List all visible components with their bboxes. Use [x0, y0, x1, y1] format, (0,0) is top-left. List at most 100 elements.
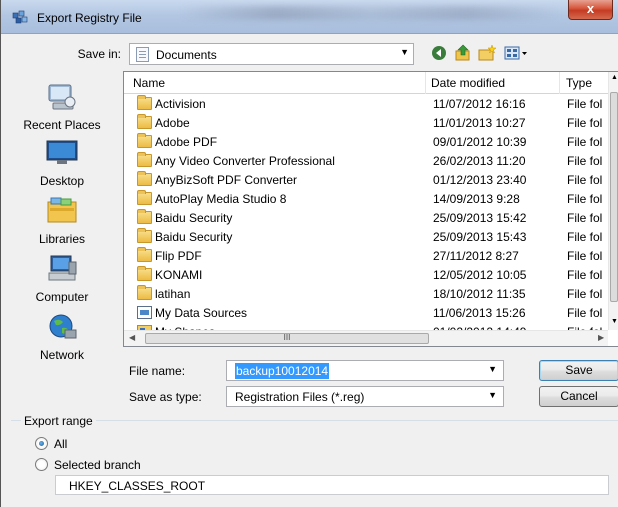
place-label: Libraries [38, 232, 86, 246]
libraries-icon [47, 197, 77, 223]
file-name-label: File name: [129, 364, 186, 378]
place-label: Computer [35, 290, 89, 304]
export-registry-dialog: Export Registry File x Save in: Document… [0, 0, 618, 507]
file-date-text: 25/09/2013 15:43 [433, 230, 527, 244]
place-recent-places[interactable]: Recent Places [1, 82, 123, 132]
computer-icon [48, 255, 77, 281]
file-list[interactable]: Name Date modified Type Activision 11/07/… [123, 71, 618, 347]
file-date-text: 27/11/2012 8:27 [433, 249, 519, 263]
file-name-text: AnyBizSoft PDF Converter [155, 173, 298, 187]
list-item[interactable]: Activision 11/07/2012 16:16 File fol [124, 95, 608, 113]
file-type-text: File fol [567, 116, 603, 130]
file-name-input[interactable]: backup10012014 ▼ [226, 360, 504, 381]
save-button[interactable]: Save [539, 360, 618, 381]
registry-editor-icon [12, 10, 28, 24]
list-item[interactable]: Baidu Security 25/09/2013 15:42 File fol [124, 209, 608, 227]
file-name-text: Baidu Security [155, 211, 233, 225]
folder-icon [137, 190, 152, 205]
selected-branch-label[interactable]: Selected branch [54, 458, 141, 472]
vertical-scrollbar[interactable]: ▲ ▼ [608, 72, 618, 330]
file-name-text: Any Video Converter Professional [155, 154, 335, 168]
place-libraries[interactable]: Libraries [1, 196, 123, 246]
folder-icon [137, 285, 152, 300]
file-name-text: AutoPlay Media Studio 8 [155, 192, 287, 206]
documents-icon [136, 47, 149, 62]
file-name-text: Adobe PDF [155, 135, 218, 149]
file-type-text: File fol [567, 268, 603, 282]
chevron-down-icon[interactable]: ▼ [488, 364, 497, 374]
folder-icon [137, 114, 152, 129]
file-type-text: File fol [567, 230, 603, 244]
column-header-type[interactable]: Type [566, 76, 592, 90]
save-in-value: Documents [156, 48, 217, 62]
view-menu-icon[interactable] [503, 44, 529, 62]
file-type-text: File fol [567, 249, 603, 263]
all-radio[interactable] [35, 437, 48, 450]
chevron-down-icon: ▼ [400, 47, 409, 57]
save-as-type-dropdown[interactable]: Registration Files (*.reg) ▼ [226, 386, 504, 407]
horizontal-scrollbar[interactable]: ◀ III ▶ [124, 330, 608, 346]
file-type-text: File fol [567, 306, 603, 320]
scroll-down-icon[interactable]: ▼ [610, 318, 618, 325]
network-icon [49, 314, 77, 339]
place-computer[interactable]: Computer [1, 254, 123, 304]
scroll-right-icon[interactable]: ▶ [598, 333, 604, 342]
list-item[interactable]: My Data Sources 11/06/2013 15:26 File fol [124, 304, 608, 322]
place-label: Desktop [39, 174, 85, 188]
folder-icon [137, 247, 152, 262]
file-name-text: latihan [155, 287, 191, 301]
folder-icon [137, 133, 152, 148]
scroll-up-icon[interactable]: ▲ [610, 74, 618, 81]
list-item[interactable]: Adobe 11/01/2013 10:27 File fol [124, 114, 608, 132]
title-bar[interactable]: Export Registry File x [1, 0, 618, 34]
scroll-left-icon[interactable]: ◀ [129, 333, 135, 342]
list-item[interactable]: Adobe PDF 09/01/2012 10:39 File fol [124, 133, 608, 151]
file-date-text: 14/09/2013 9:28 [433, 192, 520, 206]
close-icon: x [586, 1, 595, 16]
list-item[interactable]: Any Video Converter Professional 26/02/20… [124, 152, 608, 170]
new-folder-icon[interactable] [477, 44, 497, 62]
list-item[interactable]: Flip PDF 27/11/2012 8:27 File fol [124, 247, 608, 265]
horizontal-scroll-thumb[interactable]: III [145, 333, 429, 344]
file-date-text: 25/09/2013 15:42 [433, 211, 527, 225]
up-folder-icon[interactable] [453, 44, 473, 62]
file-type-text: File fol [567, 211, 603, 225]
selected-branch-radio[interactable] [35, 458, 48, 471]
save-as-type-label: Save as type: [129, 390, 202, 404]
list-item[interactable]: AnyBizSoft PDF Converter 01/12/2013 23:40… [124, 171, 608, 189]
file-name-text: KONAMI [155, 268, 203, 282]
folder-icon [137, 228, 152, 243]
place-label: Network [39, 348, 84, 362]
column-header-name[interactable]: Name [133, 76, 165, 90]
back-icon[interactable] [429, 44, 449, 62]
data-sources-icon [137, 306, 152, 319]
folder-icon [137, 171, 152, 186]
branch-path-field[interactable]: HKEY_CLASSES_ROOT [55, 475, 609, 495]
place-desktop[interactable]: Desktop [1, 138, 123, 188]
list-item[interactable]: KONAMI 12/05/2012 10:05 File fol [124, 266, 608, 284]
file-date-text: 11/06/2013 15:26 [433, 306, 526, 320]
list-item[interactable]: Baidu Security 25/09/2013 15:43 File fol [124, 228, 608, 246]
all-radio-label[interactable]: All [54, 437, 67, 451]
place-label: Recent Places [23, 118, 101, 132]
file-type-text: File fol [567, 192, 603, 206]
cancel-button[interactable]: Cancel [539, 386, 618, 407]
file-type-text: File fol [567, 97, 603, 111]
file-date-text: 11/07/2012 16:16 [433, 97, 526, 111]
column-header-date[interactable]: Date modified [431, 76, 505, 90]
scroll-thumb[interactable] [610, 92, 618, 302]
list-item[interactable]: latihan 18/10/2012 11:35 File fol [124, 285, 608, 303]
list-item[interactable]: AutoPlay Media Studio 8 14/09/2013 9:28 Fi… [124, 190, 608, 208]
file-date-text: 18/10/2012 11:35 [433, 287, 526, 301]
desktop-icon [46, 140, 78, 164]
file-date-text: 01/12/2013 23:40 [433, 173, 527, 187]
file-date-text: 26/02/2013 11:20 [433, 154, 526, 168]
save-in-dropdown[interactable]: Documents ▼ [129, 43, 414, 65]
place-network[interactable]: Network [1, 312, 123, 362]
file-name-text: My Data Sources [155, 306, 248, 320]
file-list-header: Name Date modified Type [124, 72, 608, 94]
close-button[interactable]: x [568, 0, 613, 20]
file-type-text: File fol [567, 173, 603, 187]
file-name-text: Flip PDF [155, 249, 202, 263]
chevron-down-icon: ▼ [488, 390, 497, 400]
